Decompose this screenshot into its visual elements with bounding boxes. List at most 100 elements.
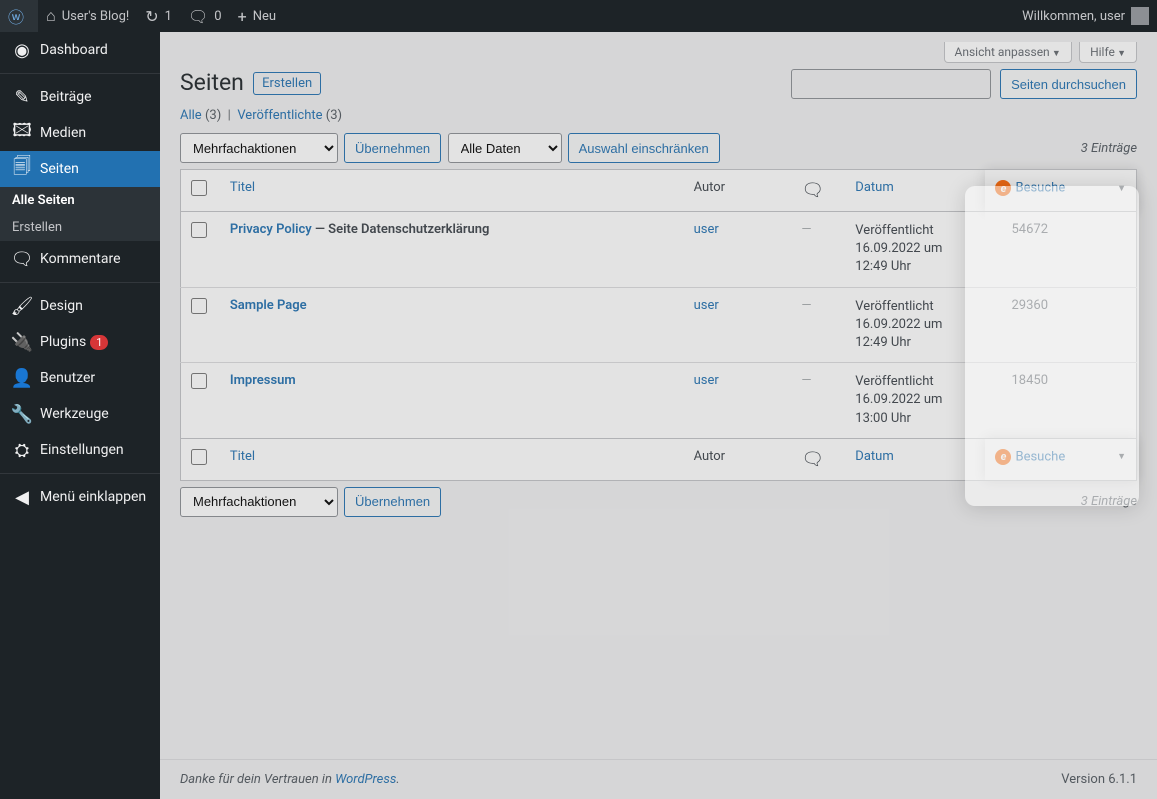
media-icon: 🖾	[12, 123, 32, 143]
submenu-all-pages[interactable]: Alle Seiten	[0, 187, 160, 214]
admin-footer: Danke für dein Vertrauen in WordPress. V…	[160, 759, 1157, 799]
menu-comments[interactable]: 🗨Kommentare	[0, 241, 160, 277]
page-title-link[interactable]: Privacy Policy	[230, 222, 312, 237]
apply-button[interactable]: Übernehmen	[344, 133, 441, 163]
select-all-top[interactable]	[191, 180, 207, 196]
row-checkbox[interactable]	[191, 222, 207, 238]
col-author-foot: Autor	[684, 438, 792, 480]
screen-options-button[interactable]: Ansicht anpassen	[944, 42, 1072, 63]
search-button[interactable]: Seiten durchsuchen	[1000, 69, 1137, 99]
menu-plugins[interactable]: 🔌Plugins1	[0, 324, 160, 360]
menu-collapse[interactable]: ◀Menü einklappen	[0, 479, 160, 515]
comments-dash: —	[801, 298, 811, 313]
etracker-icon: e	[995, 180, 1011, 196]
menu-media[interactable]: 🖾Medien	[0, 115, 160, 151]
bulk-actions-select[interactable]: Mehrfachaktionen	[180, 133, 338, 163]
sort-icon: ▼	[1117, 183, 1126, 194]
row-checkbox[interactable]	[191, 298, 207, 314]
refresh-icon: ↻	[145, 7, 158, 26]
date-cell: Veröffentlicht16.09.2022 um 13:00 Uhr	[845, 363, 985, 439]
col-date-foot[interactable]: Datum	[845, 438, 985, 480]
status-filters: Alle (3) | Veröffentlichte (3)	[180, 108, 1137, 123]
author-link[interactable]: user	[694, 298, 719, 313]
filter-all[interactable]: Alle	[180, 108, 202, 123]
visits-value: 18450	[985, 363, 1136, 439]
author-link[interactable]: user	[694, 373, 719, 388]
admin-sidebar: ◉Dashboard ✎Beiträge 🖾Medien 🗐Seiten All…	[0, 32, 160, 799]
dashboard-icon: ◉	[12, 40, 32, 60]
comment-icon: 🗨	[801, 449, 824, 470]
menu-design[interactable]: 🖌Design	[0, 288, 160, 324]
search-input[interactable]	[791, 69, 991, 99]
menu-users[interactable]: 👤Benutzer	[0, 360, 160, 396]
sort-icon: ▼	[1117, 451, 1126, 462]
table-row: Impressum user — Veröffentlicht16.09.202…	[181, 363, 1137, 439]
post-state: — Seite Datenschutzerklärung	[315, 222, 489, 237]
items-count-top: 3 Einträge	[1081, 141, 1137, 156]
help-button[interactable]: Hilfe	[1079, 42, 1137, 63]
site-name-link[interactable]: ⌂ User's Blog!	[38, 0, 137, 32]
col-comments[interactable]: 🗨	[791, 170, 845, 212]
my-account-link[interactable]: Willkommen, user	[1014, 0, 1157, 32]
home-icon: ⌂	[46, 6, 56, 26]
menu-dashboard[interactable]: ◉Dashboard	[0, 32, 160, 68]
page-title-link[interactable]: Sample Page	[230, 298, 307, 313]
page-title-link[interactable]: Impressum	[230, 373, 296, 388]
date-filter-select[interactable]: Alle Daten	[448, 133, 562, 163]
filter-button[interactable]: Auswahl einschränken	[568, 133, 720, 163]
author-link[interactable]: user	[694, 222, 719, 237]
filter-published[interactable]: Veröffentlichte	[237, 108, 322, 123]
menu-settings[interactable]: ⛭Einstellungen	[0, 432, 160, 468]
menu-pages[interactable]: 🗐Seiten	[0, 151, 160, 187]
brush-icon: 🖌	[12, 296, 32, 316]
welcome-text: Willkommen, user	[1022, 9, 1125, 24]
comments-link[interactable]: 🗨0	[180, 0, 230, 32]
pages-table: Titel Autor 🗨 Datum eBesuche▼ Privacy Po…	[180, 169, 1137, 481]
col-title[interactable]: Titel	[220, 170, 684, 212]
add-new-button[interactable]: Erstellen	[253, 72, 321, 95]
apply-button-bottom[interactable]: Übernehmen	[344, 487, 441, 517]
screen-meta: Ansicht anpassen Hilfe	[180, 42, 1157, 63]
wordpress-icon: ⓦ	[8, 4, 24, 28]
plug-icon: 🔌	[12, 332, 32, 352]
col-title-foot[interactable]: Titel	[220, 438, 684, 480]
table-row: Sample Page user — Veröffentlicht16.09.2…	[181, 287, 1137, 363]
submenu-pages: Alle Seiten Erstellen	[0, 187, 160, 241]
wordpress-link[interactable]: WordPress	[335, 772, 396, 787]
items-count-bottom: 3 Einträge	[1081, 494, 1137, 509]
date-cell: Veröffentlicht16.09.2022 um 12:49 Uhr	[845, 212, 985, 288]
main-content: Ansicht anpassen Hilfe Seiten Erstellen …	[160, 32, 1157, 799]
col-date[interactable]: Datum	[845, 170, 985, 212]
table-row: Privacy Policy — Seite Datenschutzerklär…	[181, 212, 1137, 288]
tablenav-top: Mehrfachaktionen Übernehmen Alle Daten A…	[180, 133, 1137, 163]
visits-value: 54672	[985, 212, 1136, 288]
plugins-badge: 1	[90, 335, 108, 350]
avatar-icon	[1131, 7, 1149, 25]
tablenav-bottom: Mehrfachaktionen Übernehmen 3 Einträge	[180, 487, 1137, 517]
version-text: Version 6.1.1	[1061, 772, 1137, 787]
row-checkbox[interactable]	[191, 373, 207, 389]
bulk-actions-select-bottom[interactable]: Mehrfachaktionen	[180, 487, 338, 517]
wrench-icon: 🔧	[12, 404, 32, 424]
site-name-text: User's Blog!	[62, 9, 130, 24]
col-visits-foot[interactable]: eBesuche▼	[985, 438, 1136, 480]
updates-link[interactable]: ↻1	[137, 0, 180, 32]
wp-logo[interactable]: ⓦ	[0, 0, 38, 32]
new-label: Neu	[253, 9, 276, 24]
comment-icon: 🗨	[801, 180, 824, 201]
search-box: Seiten durchsuchen	[791, 69, 1137, 99]
select-all-bottom[interactable]	[191, 449, 207, 465]
pages-icon: 🗐	[12, 159, 32, 179]
plus-icon: +	[238, 7, 247, 26]
comments-dash: —	[801, 373, 811, 388]
date-cell: Veröffentlicht16.09.2022 um 12:49 Uhr	[845, 287, 985, 363]
submenu-add-new[interactable]: Erstellen	[0, 214, 160, 241]
page-title: Seiten	[180, 69, 244, 96]
col-visits[interactable]: eBesuche▼	[985, 170, 1136, 212]
menu-tools[interactable]: 🔧Werkzeuge	[0, 396, 160, 432]
menu-posts[interactable]: ✎Beiträge	[0, 79, 160, 115]
col-author: Autor	[684, 170, 792, 212]
etracker-icon: e	[995, 449, 1011, 465]
new-content-link[interactable]: + Neu	[230, 0, 284, 32]
col-comments-foot[interactable]: 🗨	[791, 438, 845, 480]
